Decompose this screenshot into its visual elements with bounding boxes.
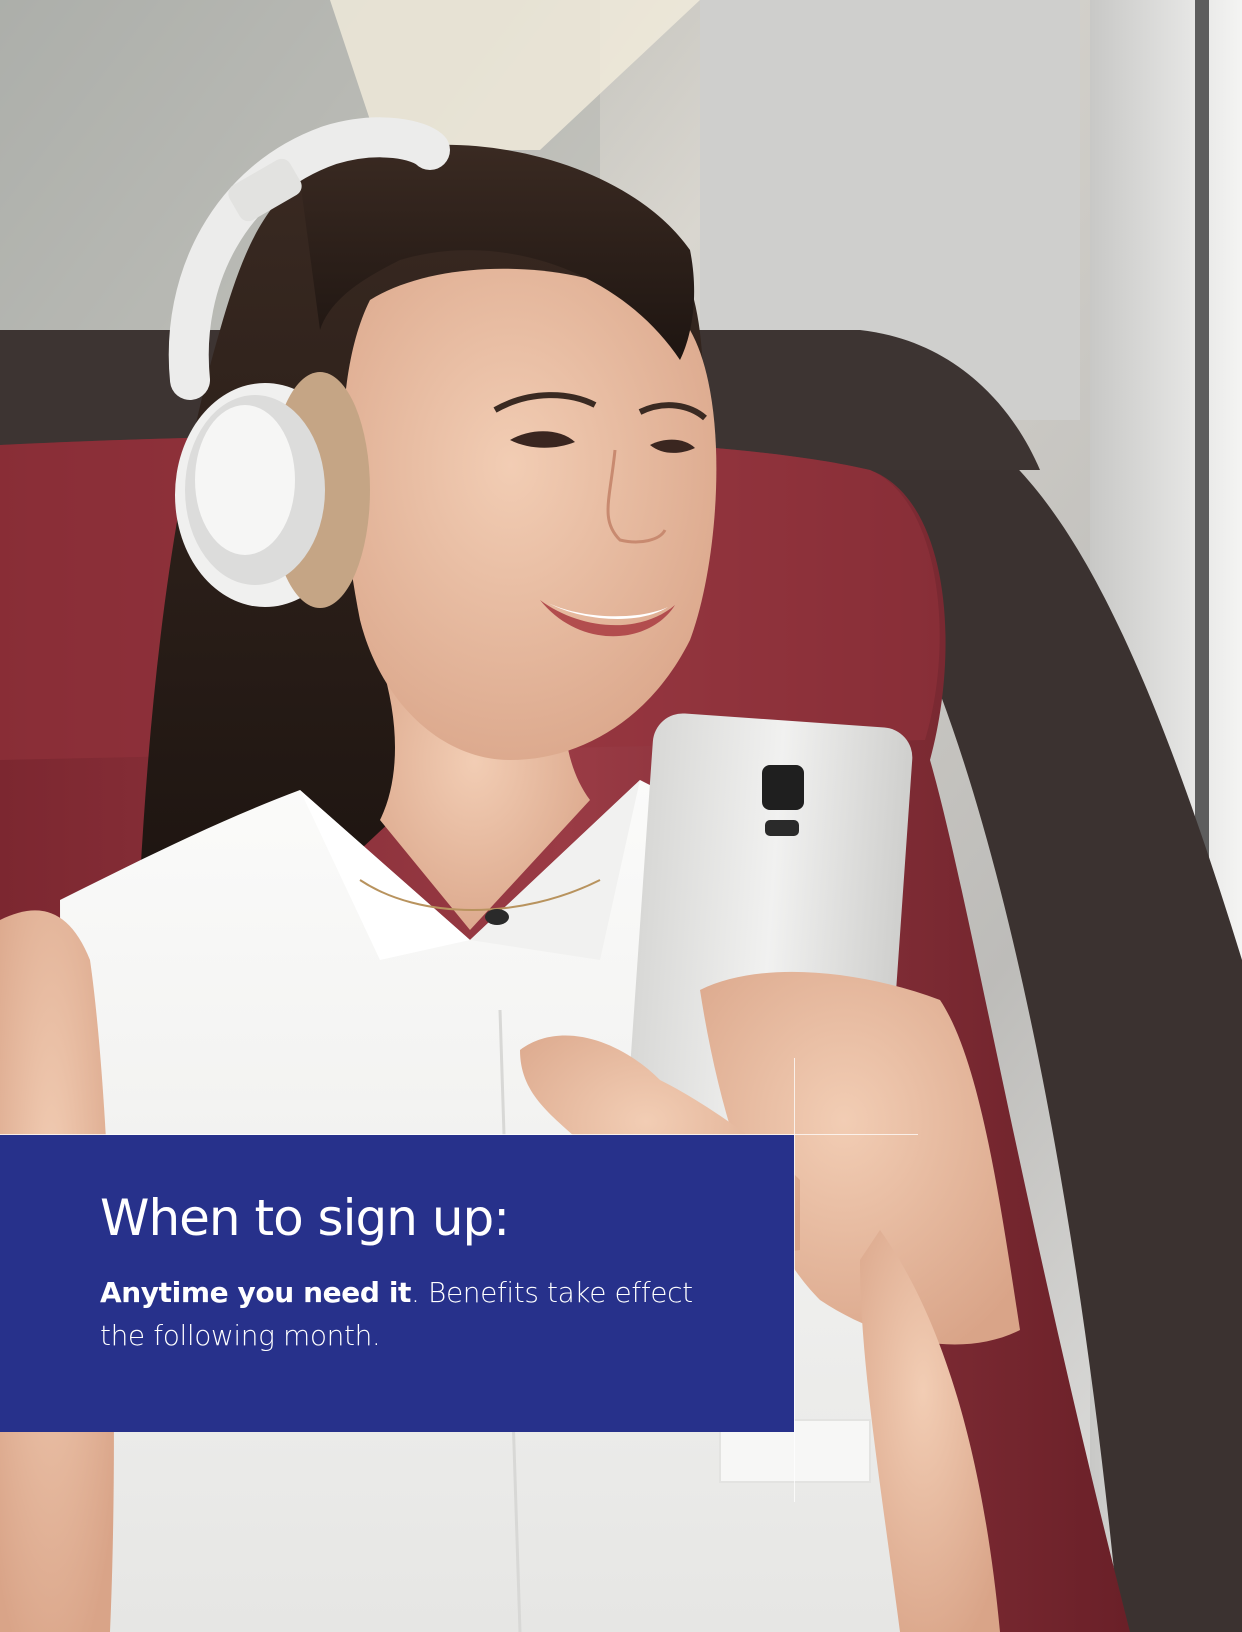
divider-vertical [794,1058,795,1502]
card-body: Anytime you need it. Benefits take effec… [100,1271,734,1357]
card-body-text: . Benefits take effect [411,1276,693,1309]
brochure-page: When to sign up: Anytime you need it. Be… [0,0,1242,1632]
card-body-emphasis: Anytime you need it [100,1276,412,1309]
card-title: When to sign up: [100,1189,510,1247]
info-card: When to sign up: Anytime you need it. Be… [0,1135,794,1432]
card-body-text-line2: the following month. [100,1319,381,1352]
